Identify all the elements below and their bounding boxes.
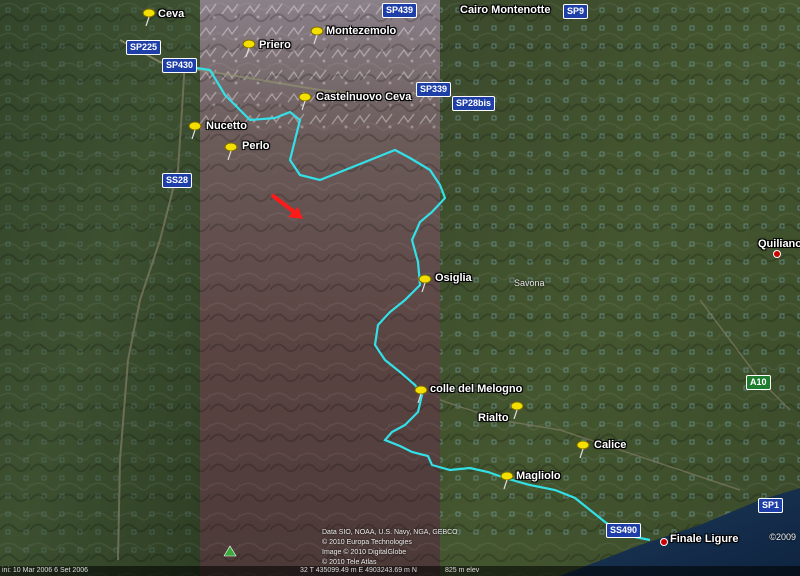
place-label-priero[interactable]: Priero [259, 39, 291, 51]
road-shield-sp430: SP430 [162, 58, 198, 73]
place-label-cairo-montenotte[interactable]: Cairo Montenotte [460, 4, 550, 16]
place-label-montezemolo[interactable]: Montezemolo [326, 25, 396, 37]
place-label-rialto[interactable]: Rialto [478, 412, 509, 424]
credit-line: Image © 2010 DigitalGlobe [322, 549, 407, 556]
pushpin-icon[interactable] [576, 440, 590, 458]
road-shield-sp28bis: SP28bis [452, 96, 496, 111]
pushpin-icon[interactable] [242, 39, 256, 57]
road-shield-a10: A10 [746, 375, 771, 390]
place-label-nucetto[interactable]: Nucetto [206, 120, 247, 132]
place-label-calice[interactable]: Calice [594, 439, 626, 451]
map-view[interactable]: Ceva Priero Montezemolo Cairo Montenotte… [0, 0, 800, 576]
place-label-magliolo[interactable]: Magliolo [516, 470, 561, 482]
place-label-savona: Savona [514, 278, 545, 288]
pushpin-icon[interactable] [298, 92, 312, 110]
pushpin-icon[interactable] [142, 8, 156, 26]
town-dot-icon [660, 538, 668, 546]
status-bar: ini: 10 Mar 2006 6 Set 2006 32 T 435099.… [0, 566, 800, 576]
copyright-label: ©2009 [769, 532, 796, 542]
road-shield-sp439: SP439 [382, 3, 418, 18]
elevation-readout: 825 m elev [445, 567, 480, 574]
pushpin-icon[interactable] [224, 142, 238, 160]
road-shield-ss490: SS490 [606, 523, 642, 538]
place-label-perlo[interactable]: Perlo [242, 140, 270, 152]
place-label-quiliano[interactable]: Quiliano [758, 238, 800, 250]
credit-line: Data SIO, NOAA, U.S. Navy, NGA, GEBCO [322, 529, 458, 536]
place-label-ceva[interactable]: Ceva [158, 8, 184, 20]
place-label-finale-ligure[interactable]: Finale Ligure [670, 533, 738, 545]
road-shield-ss28: SS28 [162, 173, 193, 188]
pushpin-icon[interactable] [188, 121, 202, 139]
credit-line: © 2010 Europa Technologies [322, 539, 412, 546]
imagery-date: ini: 10 Mar 2006 6 Set 2006 [2, 567, 89, 574]
road-shield-sp225: SP225 [126, 40, 162, 55]
pushpin-icon[interactable] [500, 471, 514, 489]
place-label-osiglia[interactable]: Osiglia [435, 272, 472, 284]
satellite-terrain [0, 0, 800, 576]
pushpin-icon[interactable] [310, 26, 324, 44]
road-shield-sp9: SP9 [563, 4, 589, 19]
road-shield-sp339: SP339 [416, 82, 452, 97]
road-shield-sp1: SP1 [758, 498, 784, 513]
imagery-credits: Data SIO, NOAA, U.S. Navy, NGA, GEBCO © … [322, 528, 458, 568]
place-label-castelnuovo-ceva[interactable]: Castelnuovo Ceva [316, 91, 411, 103]
pushpin-icon[interactable] [414, 385, 428, 403]
town-dot-icon [773, 250, 781, 258]
place-label-colle-del-melogno[interactable]: colle del Melogno [430, 383, 522, 395]
pointer-coordinates: 32 T 435099.49 m E 4903243.69 m N [300, 567, 417, 574]
pushpin-icon[interactable] [510, 401, 524, 419]
pushpin-icon[interactable] [418, 274, 432, 292]
